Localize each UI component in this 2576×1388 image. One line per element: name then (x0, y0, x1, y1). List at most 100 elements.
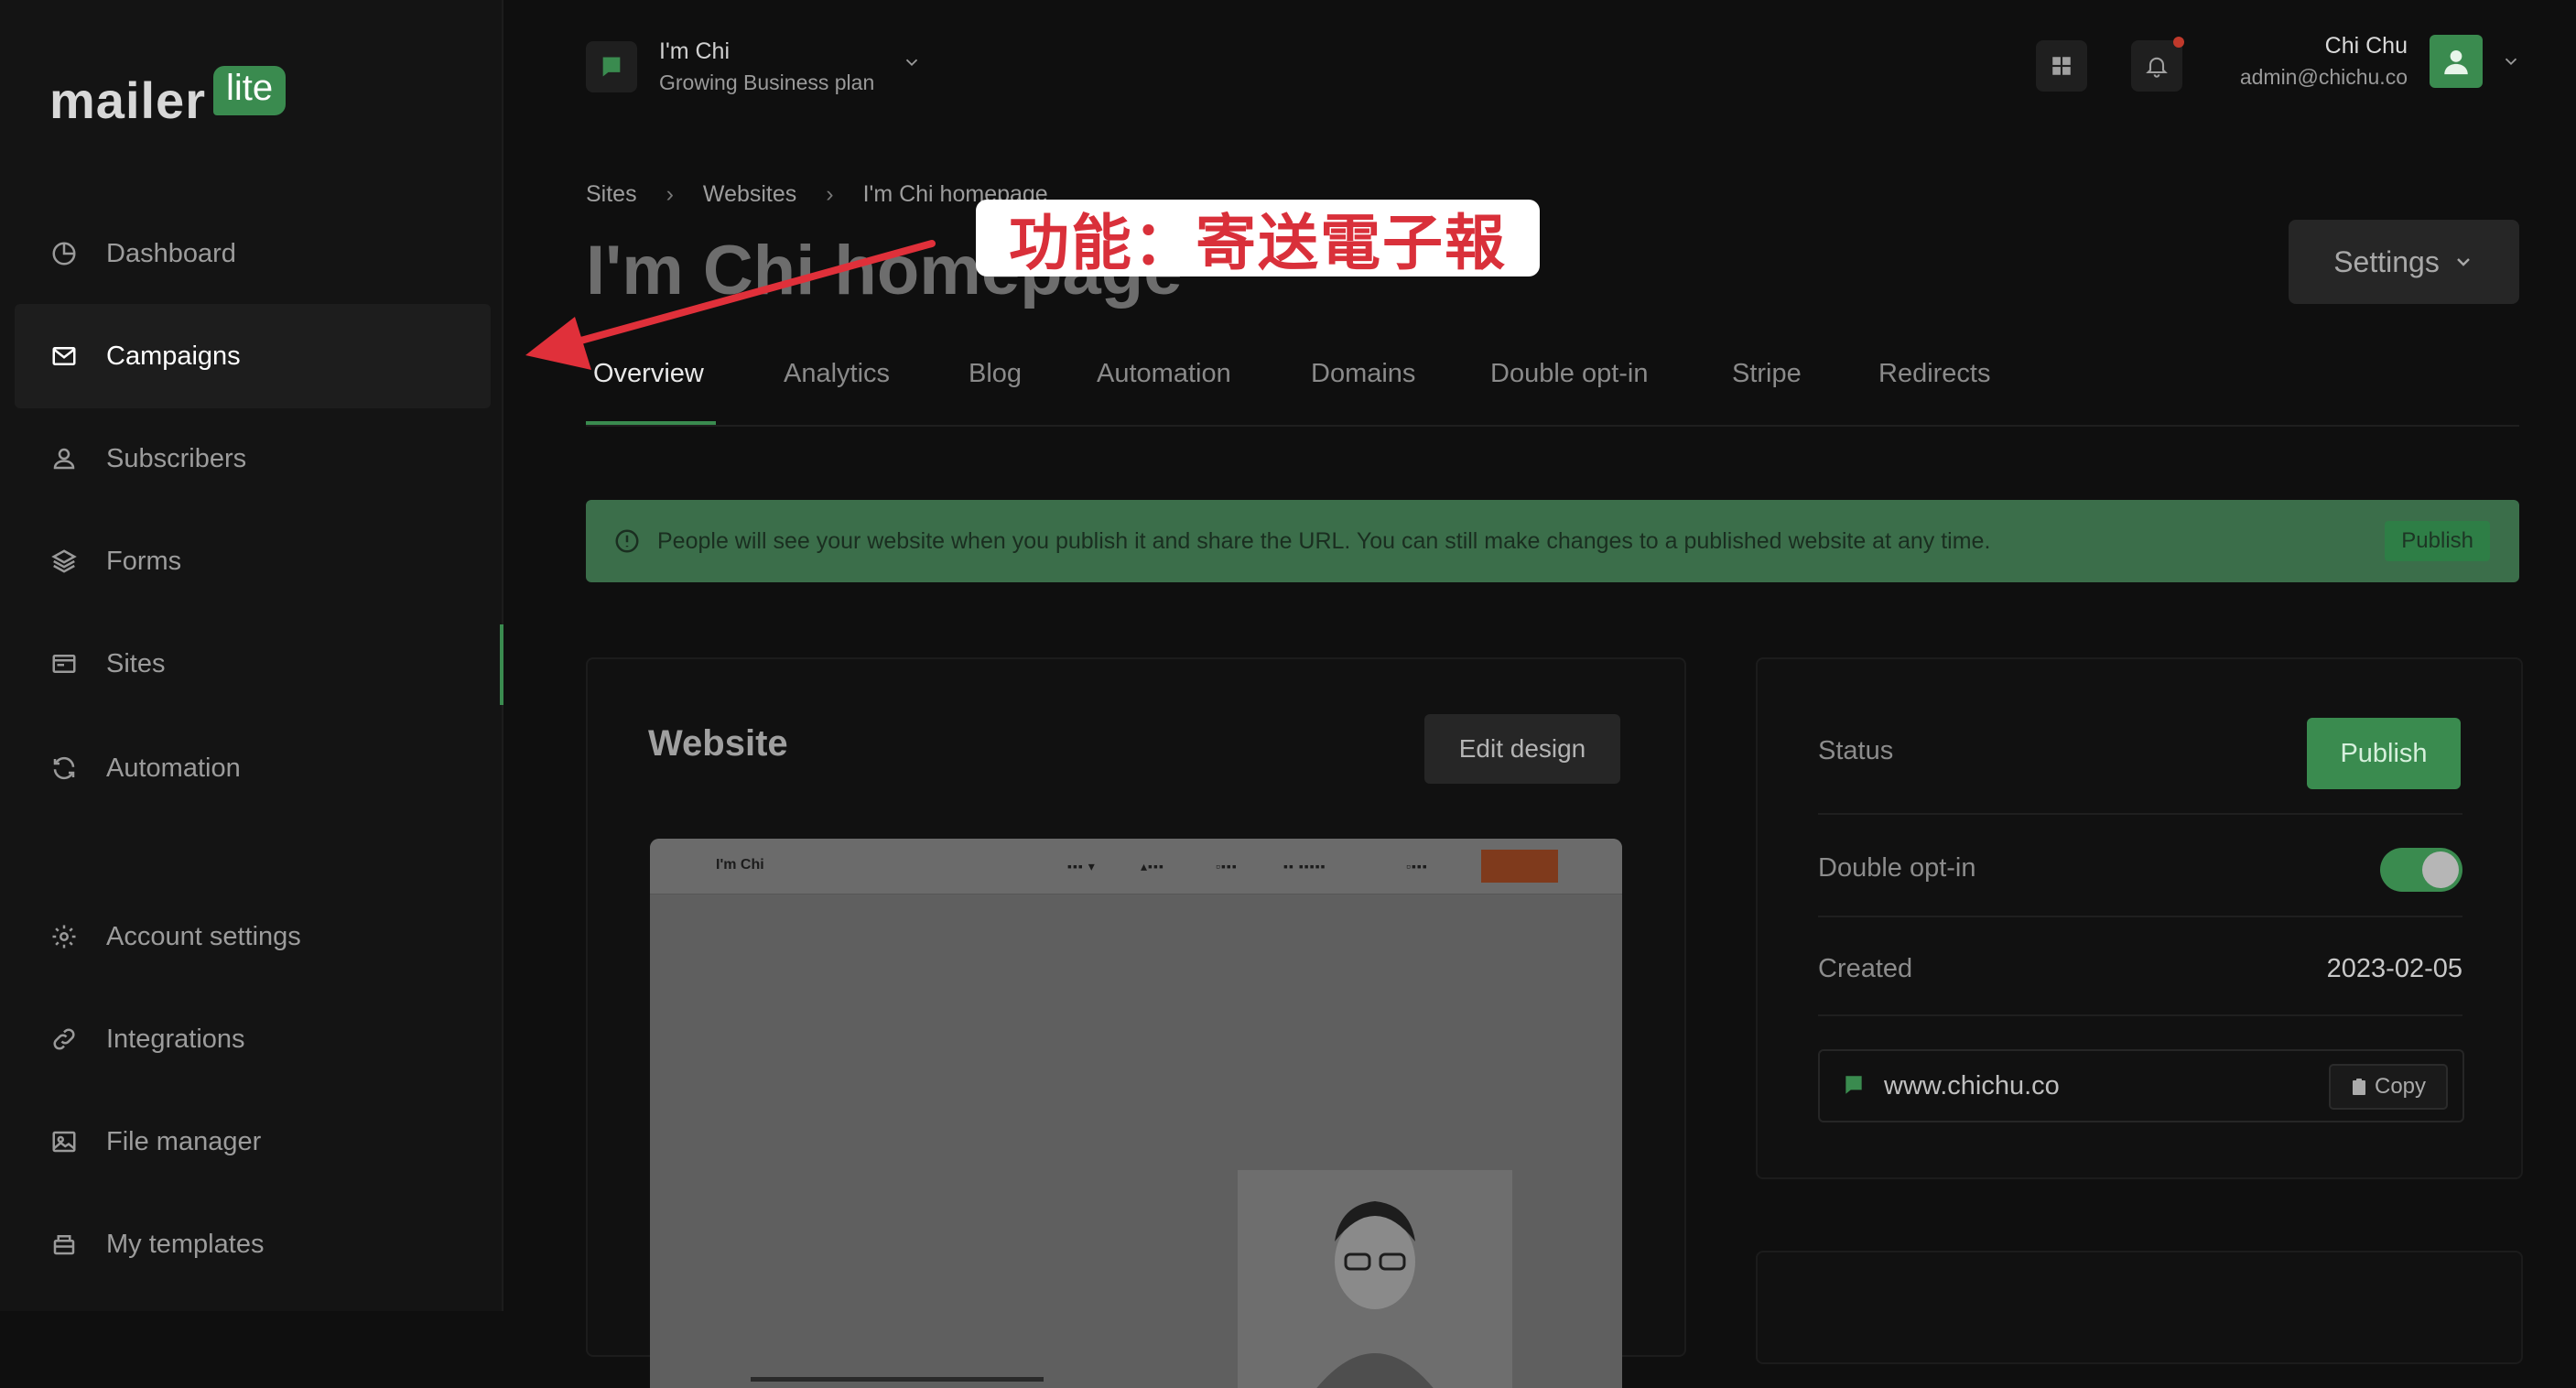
tab-double-opt-in[interactable]: Double opt-in (1490, 359, 1649, 389)
sidebar-item-forms[interactable]: Forms (15, 509, 491, 613)
copy-label: Copy (2374, 1074, 2427, 1099)
preview-nav-item: ▫▪▪▪ (1216, 859, 1238, 873)
user-icon (49, 444, 79, 473)
double-optin-toggle[interactable] (2380, 848, 2462, 892)
copy-url-button[interactable]: Copy (2329, 1064, 2448, 1110)
chevron-down-icon (906, 59, 918, 67)
annotation-label: 功能：寄送電子報 (976, 200, 1540, 278)
tab-stripe[interactable]: Stripe (1732, 359, 1802, 389)
divider (1818, 1014, 2462, 1016)
website-card: Website Edit design I'm Chi ▪▪▪ ▾ ▴▪▪▪ ▫… (586, 657, 1686, 1388)
avatar (2430, 35, 2483, 88)
preview-nav-item: ▪▪▪ ▾ (1067, 859, 1096, 873)
layers-icon (49, 547, 79, 576)
sidebar-item-label: Integrations (106, 1024, 245, 1054)
preview-text-line (751, 1377, 1044, 1382)
sidebar-active-indicator (500, 624, 503, 705)
browser-icon (49, 649, 79, 678)
publish-button[interactable]: Publish (2307, 718, 2461, 789)
grid-icon (2052, 57, 2071, 75)
sidebar-item-label: File manager (106, 1126, 262, 1156)
sidebar-item-label: Sites (106, 648, 166, 678)
notice-publish-button[interactable]: Publish (2385, 521, 2490, 561)
sidebar-item-label: Automation (106, 753, 241, 783)
link-icon (49, 1025, 79, 1054)
sidebar-item-file-manager[interactable]: File manager (15, 1090, 491, 1194)
user-menu[interactable]: Chi Chu admin@chichu.co (2240, 33, 2521, 90)
preview-brand: I'm Chi (716, 857, 764, 873)
account-switcher[interactable]: I'm Chi Growing Business plan (586, 38, 922, 95)
user-email: admin@chichu.co (2239, 65, 2408, 89)
publish-notice-banner: People will see your website when you pu… (586, 500, 2519, 582)
sidebar-item-campaigns[interactable]: Campaigns (15, 304, 491, 408)
account-plan: Growing Business plan (659, 70, 875, 94)
sidebar-item-label: Account settings (106, 921, 301, 951)
sidebar-item-integrations[interactable]: Integrations (15, 987, 491, 1091)
chevron-down-icon (2456, 258, 2470, 266)
preview-nav-item: ▴▪▪▪ (1141, 859, 1164, 873)
edit-design-button[interactable]: Edit design (1424, 714, 1620, 784)
tab-bar: Overview Analytics Blog Automation Domai… (586, 341, 2519, 427)
double-optin-label: Double opt-in (1818, 853, 1976, 883)
website-preview[interactable]: I'm Chi ▪▪▪ ▾ ▴▪▪▪ ▫▪▪▪ ▪▪ ▪▪▪▪▪ ▫▪▪▪ (650, 839, 1622, 1388)
chevron-right-icon: › (826, 181, 834, 207)
sidebar-item-dashboard[interactable]: Dashboard (15, 201, 491, 306)
preview-nav-item: ▫▪▪▪ (1406, 859, 1428, 873)
created-label: Created (1818, 954, 1913, 983)
tab-automation[interactable]: Automation (1097, 359, 1231, 389)
sidebar-item-account-settings[interactable]: Account settings (15, 884, 491, 989)
flag-icon (586, 41, 637, 92)
site-url-field: www.chichu.co Copy (1818, 1049, 2464, 1122)
sidebar-item-automation[interactable]: Automation (15, 716, 491, 820)
breadcrumb-websites[interactable]: Websites (703, 181, 796, 208)
sidebar-item-label: Forms (106, 546, 182, 576)
site-url[interactable]: www.chichu.co (1884, 1071, 2060, 1101)
tab-redirects[interactable]: Redirects (1878, 359, 1991, 389)
toggle-knob (2422, 851, 2459, 888)
sidebar-item-sites[interactable]: Sites (15, 612, 491, 716)
logo-wordmark: mailer (49, 71, 206, 129)
divider (1818, 916, 2462, 917)
preview-profile-photo (1238, 1170, 1512, 1388)
website-card-title: Website (648, 723, 788, 764)
breadcrumb-sites[interactable]: Sites (586, 181, 637, 208)
status-label: Status (1818, 736, 1894, 765)
status-card: Status Publish Double opt-in Created 202… (1756, 657, 2523, 1179)
refresh-icon (49, 754, 79, 783)
tab-blog[interactable]: Blog (969, 359, 1022, 389)
notifications-button[interactable] (2131, 37, 2184, 92)
account-name: I'm Chi (659, 38, 731, 64)
apps-grid-button[interactable] (2036, 40, 2087, 92)
clipboard-icon (2352, 1079, 2365, 1095)
user-avatar-icon (2444, 49, 2468, 75)
chevron-down-icon (2505, 58, 2517, 66)
active-tab-indicator (586, 421, 716, 425)
notice-text: People will see your website when you pu… (657, 527, 1991, 554)
preview-navbar: I'm Chi ▪▪▪ ▾ ▴▪▪▪ ▫▪▪▪ ▪▪ ▪▪▪▪▪ ▫▪▪▪ (650, 839, 1622, 895)
mail-icon (49, 342, 79, 371)
tab-domains[interactable]: Domains (1311, 359, 1415, 389)
created-date: 2023-02-05 (2326, 954, 2462, 983)
tab-analytics[interactable]: Analytics (784, 359, 890, 389)
preview-nav-item: ▪▪ ▪▪▪▪▪ (1283, 859, 1326, 873)
divider (1818, 813, 2462, 815)
sidebar-item-label: Subscribers (106, 443, 247, 473)
image-icon (49, 1127, 79, 1156)
user-name: Chi Chu (2324, 33, 2408, 59)
sidebar-item-my-templates[interactable]: My templates (15, 1192, 491, 1296)
info-icon (615, 529, 639, 553)
chevron-right-icon: › (666, 181, 674, 207)
tab-overview[interactable]: Overview (593, 359, 704, 389)
sidebar: mailer lite Dashboard Campaigns Subscrib… (0, 0, 503, 1311)
sidebar-item-label: Dashboard (106, 238, 236, 268)
logo-badge: lite (213, 66, 287, 115)
sidebar-item-label: My templates (106, 1229, 265, 1259)
notification-badge (2173, 37, 2184, 48)
bell-icon (2146, 57, 2168, 78)
preview-cta-button (1481, 850, 1558, 883)
settings-dropdown-button[interactable]: Settings (2289, 220, 2519, 304)
sidebar-item-subscribers[interactable]: Subscribers (15, 407, 491, 511)
dashboard-icon (49, 239, 79, 268)
template-icon (49, 1230, 79, 1259)
mailerlite-logo[interactable]: mailer lite (49, 66, 287, 129)
